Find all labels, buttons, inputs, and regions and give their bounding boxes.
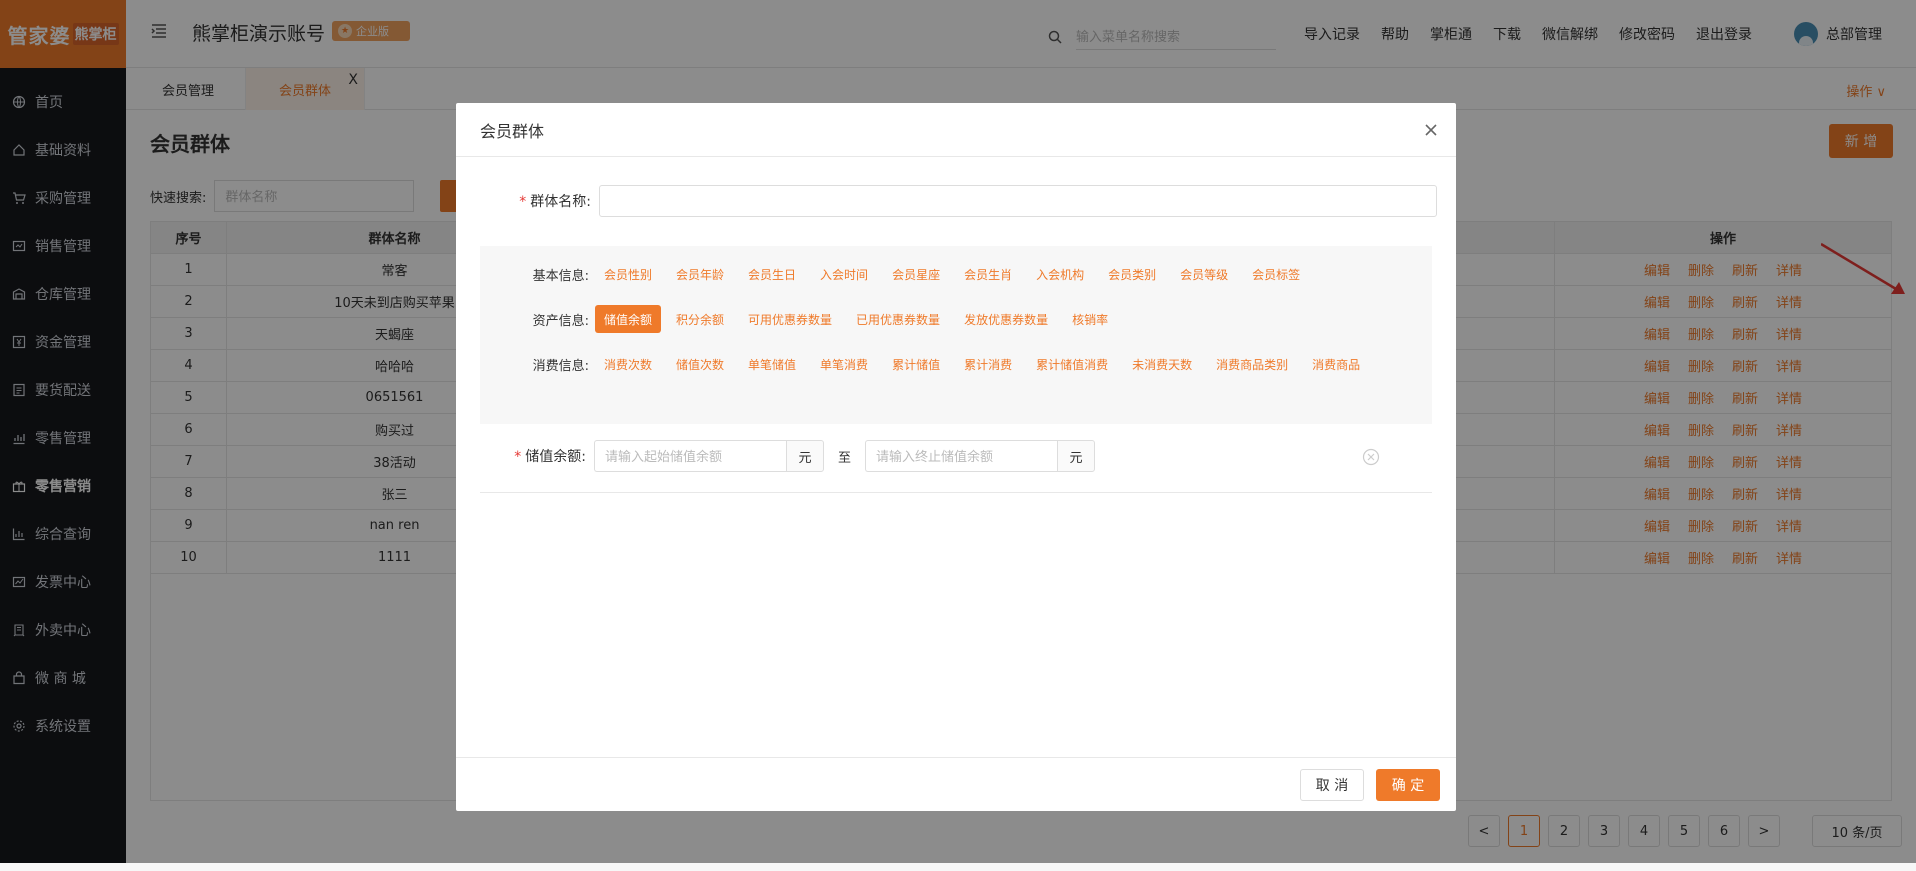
condition-chip[interactable]: 累计储值: [883, 350, 949, 378]
group-name-label: * 群体名称:: [519, 194, 591, 210]
end-balance-group: 元: [865, 440, 1096, 472]
condition-chip[interactable]: 入会时间: [811, 260, 877, 288]
dialog-title: 会员群体: [480, 121, 545, 141]
stored-balance-label-text: 储值余额:: [525, 449, 586, 465]
condition-chip[interactable]: 会员类别: [1099, 260, 1165, 288]
unit-suffix: 元: [1057, 440, 1096, 472]
condition-chip[interactable]: 会员性别: [595, 260, 661, 288]
condition-chip[interactable]: 消费商品类别: [1207, 350, 1297, 378]
condition-chip[interactable]: 会员生日: [739, 260, 805, 288]
condition-chip[interactable]: 积分余额: [667, 305, 733, 333]
condition-chip[interactable]: 消费商品: [1303, 350, 1369, 378]
condition-chip[interactable]: 已用优惠券数量: [847, 305, 949, 333]
asset-info-row: 资产信息: 储值余额 积分余额 可用优惠券数量 已用优惠券数量 发放优惠券数量 核销率: [480, 304, 1123, 334]
condition-chip[interactable]: 累计消费: [955, 350, 1021, 378]
unit-suffix: 元: [786, 440, 824, 472]
condition-chip[interactable]: 发放优惠券数量: [955, 305, 1057, 333]
condition-chip[interactable]: 会员标签: [1243, 260, 1309, 288]
condition-chip[interactable]: 可用优惠券数量: [739, 305, 841, 333]
start-balance-input[interactable]: [594, 440, 786, 472]
group-name-input[interactable]: [599, 185, 1437, 217]
dialog-footer: 取 消 确 定: [456, 757, 1456, 811]
condition-chip[interactable]: 储值余额: [595, 305, 662, 333]
range-separator: 至: [838, 450, 852, 466]
group-name-row: * 群体名称:: [456, 185, 1456, 217]
condition-chip[interactable]: 核销率: [1063, 305, 1117, 333]
condition-chip[interactable]: 会员星座: [883, 260, 949, 288]
condition-chip[interactable]: 会员等级: [1171, 260, 1237, 288]
cancel-button[interactable]: 取 消: [1300, 769, 1364, 801]
remove-condition-icon[interactable]: [1362, 448, 1380, 466]
condition-chip[interactable]: 单笔消费: [811, 350, 877, 378]
consume-info-row: 消费信息: 消费次数 储值次数 单笔储值 单笔消费 累计储值 累计消费 累计储值消费 未消费天…: [480, 349, 1375, 379]
condition-chip[interactable]: 会员生肖: [955, 260, 1021, 288]
member-group-dialog: 会员群体 * 群体名称: 基本信息: 会员性别 会员年龄 会员生日 入会时间 会员星座 会员…: [456, 103, 1456, 811]
basic-info-row: 基本信息: 会员性别 会员年龄 会员生日 入会时间 会员星座 会员生肖 入会机构 会员类别 会员…: [480, 259, 1315, 289]
condition-chip[interactable]: 未消费天数: [1123, 350, 1201, 378]
condition-panel: 基本信息: 会员性别 会员年龄 会员生日 入会时间 会员星座 会员生肖 入会机构 会员类别 会员…: [480, 246, 1432, 424]
bottom-gap: [0, 863, 1916, 871]
basic-info-label: 基本信息:: [532, 268, 589, 284]
end-balance-input[interactable]: [865, 440, 1058, 472]
condition-chip[interactable]: 储值次数: [667, 350, 733, 378]
start-balance-group: 元: [594, 440, 824, 472]
close-icon[interactable]: [1422, 121, 1440, 139]
dialog-header: 会员群体: [456, 103, 1456, 157]
consume-info-label: 消费信息:: [532, 358, 589, 374]
condition-chip[interactable]: 入会机构: [1027, 260, 1093, 288]
stored-balance-label: * 储值余额:: [514, 449, 586, 465]
condition-chip[interactable]: 会员年龄: [667, 260, 733, 288]
condition-chip[interactable]: 累计储值消费: [1027, 350, 1117, 378]
asset-info-label: 资产信息:: [532, 313, 589, 329]
stored-balance-condition: *储值余额: 元 至 元: [456, 440, 1456, 472]
group-name-label-text: 群体名称:: [530, 194, 591, 210]
divider: [480, 492, 1432, 493]
confirm-button[interactable]: 确 定: [1376, 769, 1440, 801]
condition-chip[interactable]: 单笔储值: [739, 350, 805, 378]
condition-chip[interactable]: 消费次数: [595, 350, 661, 378]
